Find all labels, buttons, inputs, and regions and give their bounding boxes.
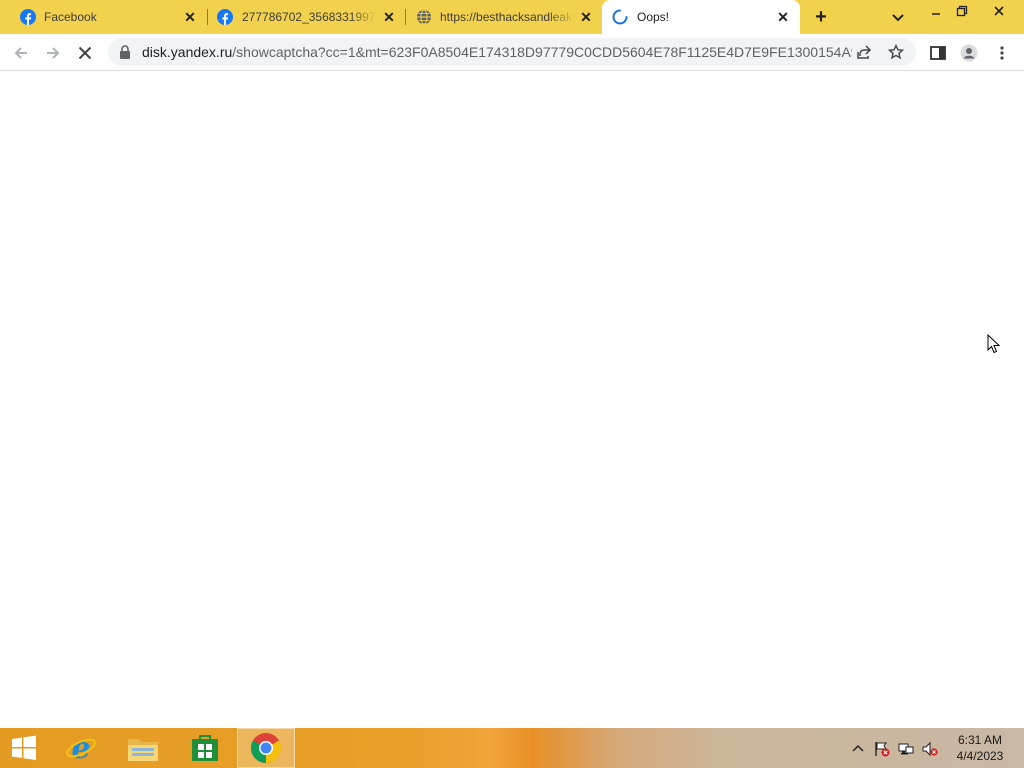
clock-date: 4/4/2023 xyxy=(956,749,1004,763)
menu-kebab-icon[interactable] xyxy=(993,44,1011,62)
tab-close-button[interactable]: ✕ xyxy=(381,9,397,25)
url-path: /showcaptcha?cc=1&mt=623F0A8504E174318D9… xyxy=(232,44,852,60)
tab-close-button[interactable]: ✕ xyxy=(182,9,198,25)
close-window-button[interactable] xyxy=(984,0,1014,22)
page-content-blank xyxy=(0,71,1024,728)
url-text[interactable]: disk.yandex.ru/showcaptcha?cc=1&mt=623F0… xyxy=(142,44,852,60)
windows-taskbar: e 6:31 AM 4/4/2023 xyxy=(0,728,1024,768)
tab-close-button[interactable]: ✕ xyxy=(578,9,594,25)
forward-arrow-icon[interactable] xyxy=(44,44,62,62)
store-icon xyxy=(192,735,218,761)
url-host: disk.yandex.ru xyxy=(142,44,233,60)
svg-text:e: e xyxy=(71,731,90,765)
facebook-icon xyxy=(20,9,36,25)
address-bar[interactable]: disk.yandex.ru/showcaptcha?cc=1&mt=623F0… xyxy=(108,38,916,66)
tab-title: Oops! xyxy=(637,10,670,24)
side-panel-icon[interactable] xyxy=(929,44,947,62)
tab-facebook[interactable]: Facebook ✕ xyxy=(0,0,206,34)
volume-muted-icon[interactable] xyxy=(922,741,938,757)
file-explorer-button[interactable] xyxy=(114,728,172,768)
action-center-flag-icon[interactable] xyxy=(874,741,890,757)
tab-photo[interactable]: 277786702_356833199789 ✕ xyxy=(208,0,406,34)
tab-search-icon[interactable] xyxy=(890,9,906,25)
network-icon[interactable] xyxy=(898,741,914,757)
tab-strip: Facebook ✕ 277786702_356833199789 ✕ http… xyxy=(0,0,1024,34)
windows-logo-icon xyxy=(12,735,36,760)
folder-icon xyxy=(128,739,158,761)
profile-avatar-icon[interactable] xyxy=(960,44,978,62)
new-tab-button[interactable]: + xyxy=(810,6,832,28)
browser-toolbar: disk.yandex.ru/showcaptcha?cc=1&mt=623F0… xyxy=(0,34,1024,71)
internet-explorer-button[interactable]: e xyxy=(52,728,110,768)
tab-title: Facebook xyxy=(44,10,97,24)
store-button[interactable] xyxy=(176,728,234,768)
share-icon[interactable] xyxy=(856,44,872,60)
tab-besthacks[interactable]: https://besthacksandleaks ✕ xyxy=(406,0,602,34)
internet-explorer-icon: e xyxy=(66,731,96,765)
tab-title: 277786702_356833199789 xyxy=(242,10,377,24)
mouse-cursor-icon xyxy=(987,334,1001,354)
stop-loading-icon[interactable] xyxy=(76,44,94,62)
chrome-button[interactable] xyxy=(237,728,295,768)
restore-button[interactable] xyxy=(947,0,977,22)
lock-icon[interactable] xyxy=(119,45,131,59)
close-icon xyxy=(994,6,1004,16)
tab-close-button[interactable]: ✕ xyxy=(775,9,791,25)
facebook-icon xyxy=(217,9,233,25)
show-hidden-icons-icon[interactable] xyxy=(850,741,866,757)
minimize-icon xyxy=(932,13,940,15)
clock-time: 6:31 AM xyxy=(957,733,1003,747)
globe-icon xyxy=(417,9,431,25)
back-arrow-icon[interactable] xyxy=(12,44,30,62)
restore-icon xyxy=(956,5,968,17)
loading-spinner-icon xyxy=(612,9,628,25)
bookmark-star-icon[interactable] xyxy=(888,44,904,60)
tab-title: https://besthacksandleaks xyxy=(440,10,575,24)
tab-oops[interactable]: Oops! ✕ xyxy=(602,0,800,34)
start-button[interactable] xyxy=(0,728,48,768)
taskbar-clock[interactable]: 6:31 AM 4/4/2023 xyxy=(942,732,1018,764)
chrome-icon xyxy=(250,733,282,763)
